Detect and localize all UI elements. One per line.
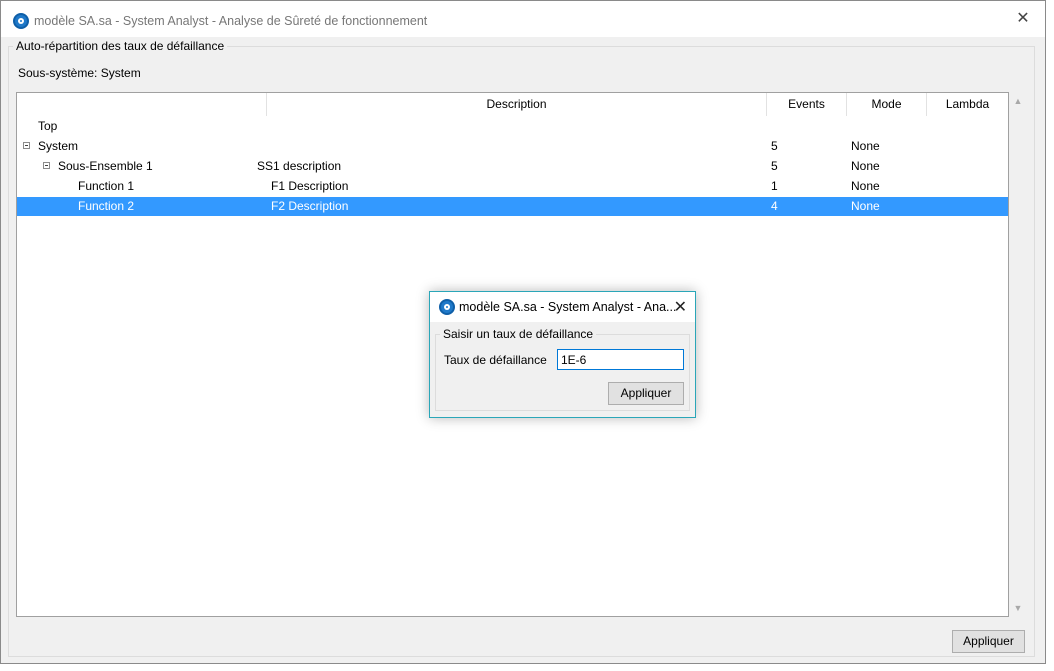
row-mode: None	[851, 199, 880, 213]
row-name: System	[38, 139, 79, 153]
table-row[interactable]: Top	[17, 117, 1008, 136]
row-description: F2 Description	[271, 199, 349, 213]
failure-rate-input[interactable]	[557, 349, 684, 370]
row-name: Top	[38, 119, 58, 133]
apply-button[interactable]: Appliquer	[952, 630, 1025, 653]
dialog-apply-button[interactable]: Appliquer	[608, 382, 684, 405]
table-row[interactable]: Sous-Ensemble 1 SS1 description 5 None	[17, 157, 1008, 176]
table-row[interactable]: Function 1 F1 Description 1 None	[17, 177, 1008, 196]
dialog-title: modèle SA.sa - System Analyst - Ana...	[459, 300, 677, 314]
collapse-icon[interactable]	[23, 142, 30, 149]
row-mode: None	[851, 179, 880, 193]
row-mode: None	[851, 139, 880, 153]
table-row[interactable]: System 5 None	[17, 137, 1008, 156]
row-description: SS1 description	[257, 159, 342, 173]
scroll-down-icon[interactable]: ▼	[1009, 599, 1027, 617]
row-mode: None	[851, 159, 880, 173]
failure-rate-dialog: modèle SA.sa - System Analyst - Ana... ✕…	[429, 291, 696, 418]
column-header-events[interactable]: Events	[767, 93, 847, 116]
close-window-button[interactable]: ✕	[1015, 11, 1031, 27]
app-gear-icon	[13, 13, 29, 29]
failure-rate-legend: Saisir un taux de défaillance	[443, 327, 594, 341]
vertical-scrollbar[interactable]: ▲ ▼	[1009, 92, 1027, 617]
row-name: Function 1	[78, 179, 135, 193]
collapse-icon[interactable]	[43, 162, 50, 169]
row-events: 5	[771, 139, 778, 153]
failure-rate-label: Taux de défaillance	[444, 353, 547, 367]
row-events: 4	[771, 199, 778, 213]
column-header-mode[interactable]: Mode	[847, 93, 927, 116]
title-bar: modèle SA.sa - System Analyst - Analyse …	[1, 1, 1045, 37]
column-header-lambda[interactable]: Lambda	[927, 93, 1008, 116]
column-header-description[interactable]: Description	[267, 93, 767, 116]
row-name: Sous-Ensemble 1	[58, 159, 153, 173]
subsystem-label: Sous-système: System	[18, 66, 141, 80]
close-dialog-button[interactable]: ✕	[674, 297, 687, 317]
table-row-selected[interactable]: Function 2 F2 Description 4 None	[17, 197, 1008, 216]
app-gear-icon	[439, 299, 455, 315]
row-events: 1	[771, 179, 778, 193]
group-legend: Auto-répartition des taux de défaillance	[16, 39, 225, 53]
window-title: modèle SA.sa - System Analyst - Analyse …	[34, 14, 428, 28]
row-events: 5	[771, 159, 778, 173]
column-header-name[interactable]	[17, 93, 267, 116]
dialog-title-bar: modèle SA.sa - System Analyst - Ana... ✕	[430, 292, 695, 322]
row-description: F1 Description	[271, 179, 349, 193]
row-name: Function 2	[78, 199, 135, 213]
scroll-up-icon[interactable]: ▲	[1009, 92, 1027, 110]
